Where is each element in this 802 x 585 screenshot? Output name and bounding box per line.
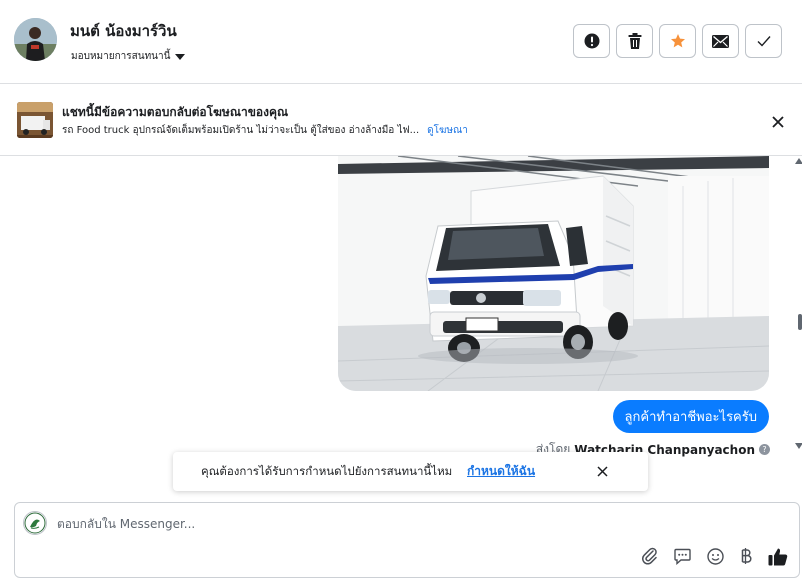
trash-icon: [628, 33, 641, 49]
reply-input[interactable]: [57, 515, 557, 533]
message-image[interactable]: [338, 156, 769, 391]
spam-button[interactable]: [573, 24, 610, 58]
ad-reply-banner: แชทนี้มีข้อความตอบกลับต่อโฆษณาของคุณ รถ …: [0, 84, 802, 156]
thumbs-up-icon: [768, 548, 788, 565]
message-thread[interactable]: ลูกค้าทำอาชีพอะไรครับ ส่งโดย Watcharin C…: [0, 156, 802, 500]
contact-avatar[interactable]: [14, 18, 57, 61]
attach-button[interactable]: [639, 545, 661, 567]
close-icon: [772, 116, 784, 128]
contact-name[interactable]: มนต์ น้องมาร์วิน: [70, 19, 177, 43]
done-button[interactable]: [745, 24, 782, 58]
emoji-button[interactable]: [704, 545, 726, 567]
envelope-icon: [712, 34, 729, 48]
scrollbar-thumb[interactable]: [798, 314, 802, 330]
reply-composer: [14, 502, 800, 578]
checkmark-icon: [757, 36, 771, 47]
page-avatar: [23, 511, 47, 535]
star-icon: [670, 34, 685, 48]
caret-down-icon: [175, 53, 186, 60]
close-ad-banner-button[interactable]: [768, 112, 788, 132]
assign-prompt-toast: คุณต้องการได้รับการกำหนดไปยังการสนทนานี้…: [173, 452, 648, 491]
emoji-icon: [706, 547, 724, 565]
close-icon: [596, 465, 608, 477]
scroll-up-arrow-icon[interactable]: [795, 158, 802, 164]
question-icon[interactable]: ?: [759, 444, 770, 455]
ad-thumbnail[interactable]: [17, 102, 53, 138]
outgoing-message[interactable]: ลูกค้าทำอาชีพอะไรครับ: [612, 400, 769, 433]
close-toast-button[interactable]: [592, 461, 612, 481]
ad-description: รถ Food truck อุปกรณ์จัดเต็มพร้อมเปิดร้า…: [62, 125, 420, 136]
like-button[interactable]: [767, 545, 789, 567]
saved-replies-button[interactable]: [671, 545, 693, 567]
saved-reply-icon: [673, 548, 691, 565]
conversation-header: มนต์ น้องมาร์วิน มอบหมายการสนทนานี้: [0, 0, 802, 84]
delete-button[interactable]: [616, 24, 653, 58]
baht-icon: [741, 548, 752, 564]
paperclip-icon: [642, 547, 657, 565]
assign-dropdown[interactable]: มอบหมายการสนทนานี้: [71, 49, 186, 64]
scroll-down-arrow-icon[interactable]: [795, 443, 802, 449]
view-ad-link[interactable]: ดูโฆษณา: [427, 123, 468, 138]
alert-icon: [584, 33, 599, 49]
payment-button[interactable]: [735, 545, 757, 567]
ad-reply-description-row: รถ Food truck อุปกรณ์จัดเต็มพร้อมเปิดร้า…: [62, 123, 468, 138]
ad-reply-title: แชทนี้มีข้อความตอบกลับต่อโฆษณาของคุณ: [62, 105, 289, 119]
mark-unread-button[interactable]: [702, 24, 739, 58]
star-button[interactable]: [659, 24, 696, 58]
assign-label: มอบหมายการสนทนานี้: [71, 51, 171, 62]
assign-to-me-link[interactable]: กำหนดให้ฉัน: [467, 462, 535, 481]
assign-prompt-text: คุณต้องการได้รับการกำหนดไปยังการสนทนานี้…: [201, 464, 453, 478]
